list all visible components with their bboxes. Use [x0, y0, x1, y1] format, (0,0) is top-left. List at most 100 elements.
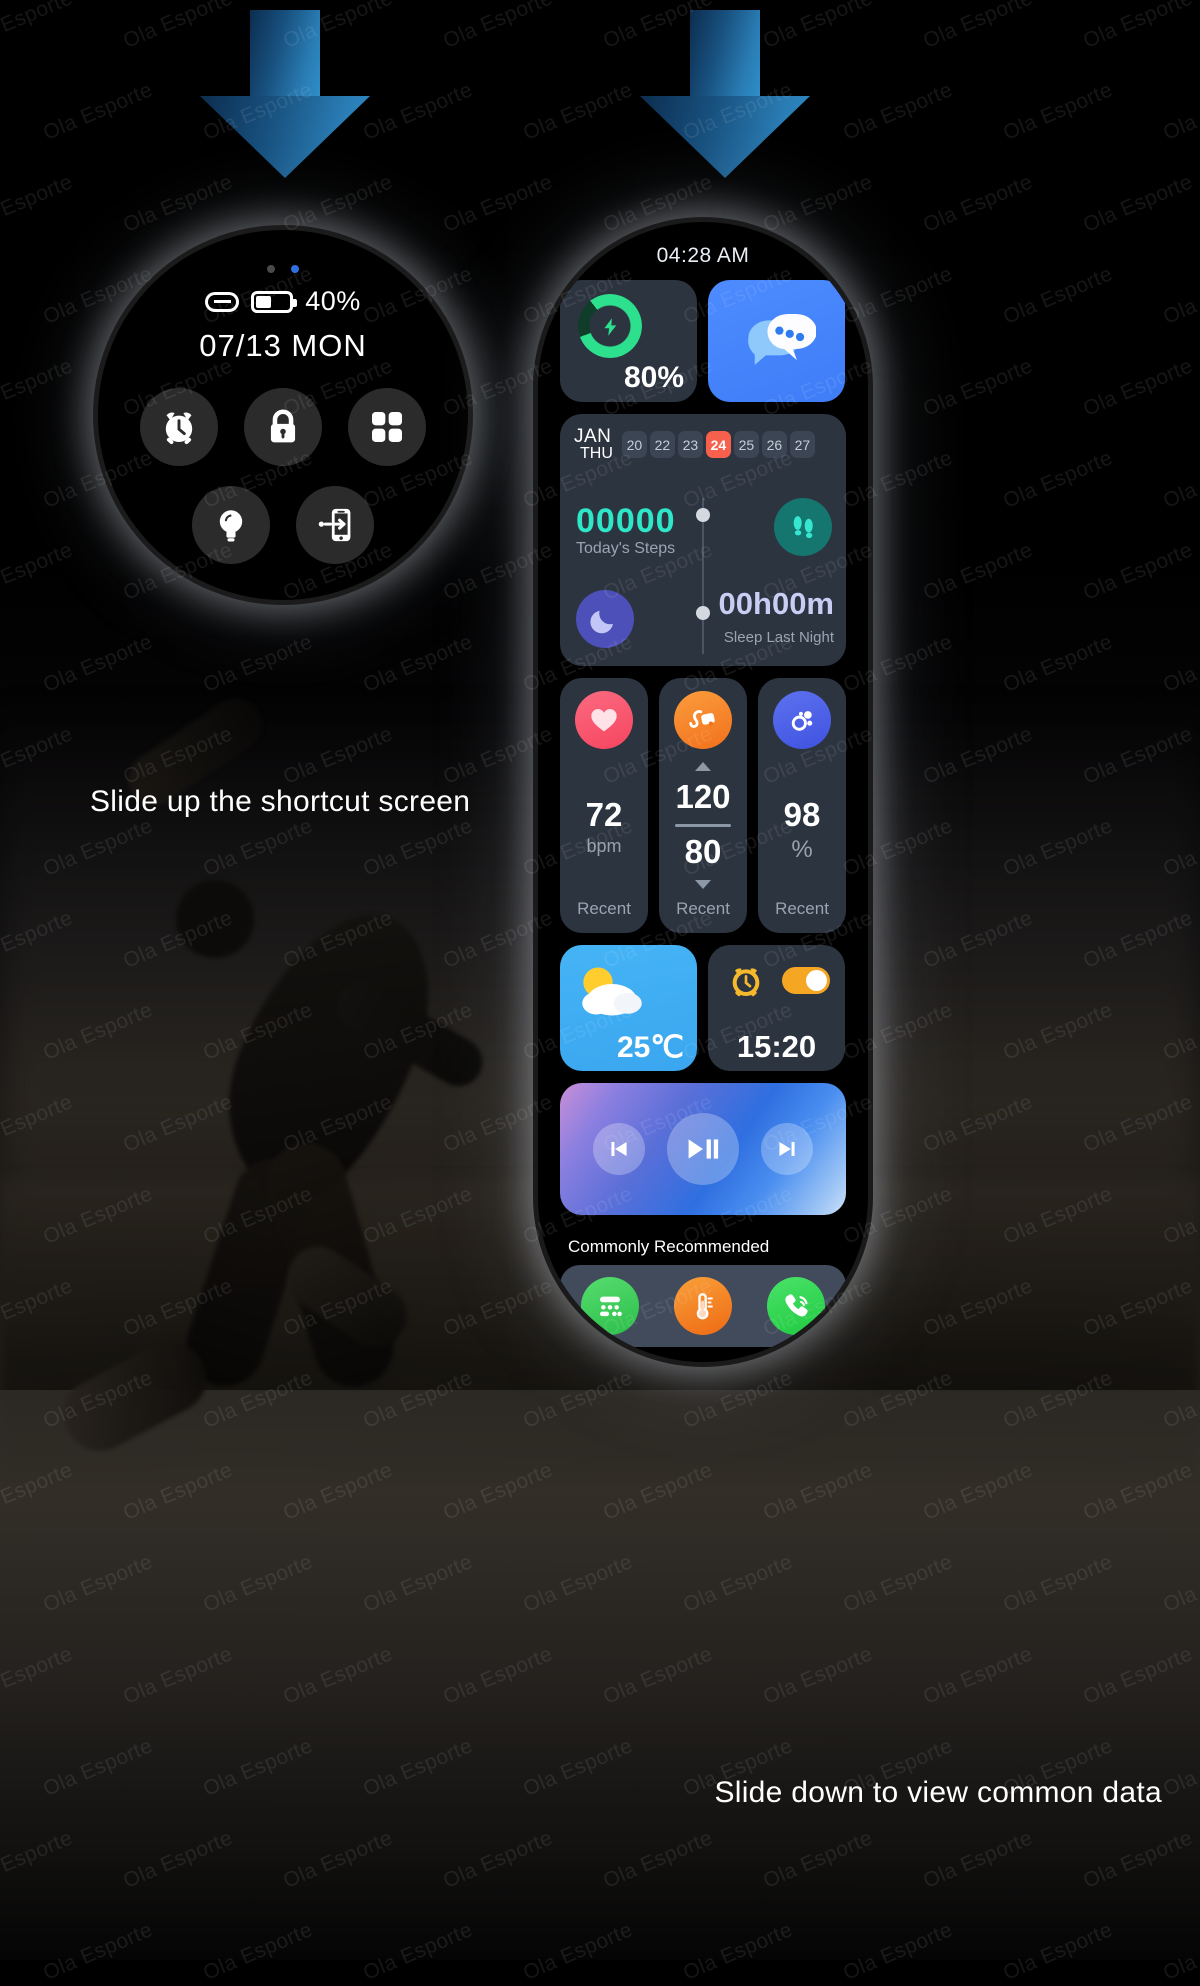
alarm-toggle[interactable]: [782, 967, 830, 994]
battery-icon: [251, 290, 298, 313]
watch-screen: 04:28 AM 80% JAN THU 20 22 23 24 25 26 2…: [538, 222, 868, 1362]
bp-up-arrow: [695, 762, 711, 771]
health-row: 72 bpm Recent 120 80 Recent 98 % Recent: [560, 678, 846, 933]
rect-watch-face[interactable]: 04:28 AM 80% JAN THU 20 22 23 24 25 26 2…: [538, 222, 868, 1362]
calendar-day[interactable]: 23: [677, 431, 703, 458]
shortcut-grid: [98, 388, 468, 584]
alarm-icon: [165, 412, 193, 445]
activity-timeline: [696, 498, 710, 654]
thermometer-app-button[interactable]: [673, 1277, 732, 1335]
footsteps-icon-wrap: [774, 498, 832, 556]
find-phone-icon: [318, 508, 351, 542]
calculator-icon: [600, 1296, 623, 1317]
bp-diastolic: 80: [684, 833, 722, 870]
weather-widget[interactable]: 25℃: [560, 945, 697, 1071]
page-dot-active[interactable]: [291, 265, 299, 273]
shortcut-alarm-button[interactable]: [140, 388, 218, 466]
heart-rate-status: Recent: [577, 899, 631, 918]
bp-down-arrow: [695, 880, 711, 889]
phone-icon: [785, 1294, 808, 1317]
spo2-status: Recent: [775, 899, 829, 918]
month-label: JAN: [574, 426, 612, 447]
steps-label: Today's Steps: [576, 540, 676, 557]
arrow-shaft: [250, 10, 320, 98]
battery-percent-value: 80%: [623, 361, 684, 394]
shortcut-lock-button[interactable]: [244, 388, 322, 466]
spo2-icon-wrap: [773, 691, 831, 749]
status-bar: 40%: [98, 286, 468, 317]
sun-cloud-icon: [582, 967, 642, 1016]
steps-value: 00000: [576, 502, 676, 540]
calendar-day[interactable]: 22: [649, 431, 675, 458]
calendar-day-selected[interactable]: 24: [705, 431, 731, 458]
alarm-clock-icon: [732, 968, 760, 997]
heart-rate-value: 72: [585, 796, 623, 833]
moon-sleep-icon: z z: [590, 609, 613, 634]
blood-pressure-widget[interactable]: 120 80 Recent: [659, 678, 747, 933]
date-display: 07/13 MON: [199, 328, 367, 363]
battery-widget[interactable]: 80%: [560, 280, 697, 402]
bp-systolic: 120: [675, 778, 731, 815]
svg-text:z: z: [607, 614, 612, 624]
shortcut-flashlight-button[interactable]: [192, 486, 270, 564]
calendar-day[interactable]: 20: [621, 431, 647, 458]
blood-pressure-cuff-icon: [689, 710, 715, 728]
moon-sleep-icon-wrap: z z: [576, 590, 634, 648]
bp-icon-wrap: [674, 691, 732, 749]
timeline-dot-sleep: [696, 606, 710, 620]
calendar-days: 20 22 23 24 25 26 27: [621, 431, 815, 458]
alarm-widget[interactable]: 15:20: [708, 945, 845, 1071]
apps-grid-icon: [372, 412, 402, 442]
calendar-day[interactable]: 25: [733, 431, 759, 458]
page-indicator: [98, 265, 468, 273]
next-track-icon: [779, 1141, 795, 1157]
play-pause-button[interactable]: [667, 1113, 739, 1185]
heart-icon: [591, 709, 617, 732]
weather-temperature: 25℃: [616, 1031, 684, 1064]
alarm-time: 15:20: [736, 1029, 817, 1064]
calculator-app-button[interactable]: [581, 1277, 640, 1335]
page-dot[interactable]: [267, 265, 275, 273]
next-track-button[interactable]: [761, 1123, 813, 1175]
link-icon: [205, 291, 240, 312]
arrow-head: [200, 96, 370, 178]
road-surface: [0, 1390, 1200, 1960]
spo2-unit: %: [791, 836, 813, 863]
play-pause-icon: [688, 1139, 719, 1159]
caption-left: Slide up the shortcut screen: [90, 785, 471, 818]
heart-rate-widget[interactable]: 72 bpm Recent: [560, 678, 648, 933]
round-watch-face[interactable]: 40% 07/13 MON: [98, 230, 468, 600]
bp-status: Recent: [676, 899, 730, 918]
lock-icon: [270, 409, 296, 443]
calendar-day[interactable]: 26: [761, 431, 787, 458]
footsteps-icon: [793, 516, 813, 539]
clock-time: 04:28 AM: [656, 244, 750, 267]
calendar-header: JAN THU 20 22 23 24 25 26 27: [574, 427, 832, 462]
top-widgets-row: 80%: [560, 280, 846, 402]
thermometer-icon: [696, 1293, 713, 1320]
arrow-down-right: [640, 10, 810, 178]
battery-percent: 40%: [305, 286, 361, 316]
calendar-day[interactable]: 27: [789, 431, 815, 458]
sleep-value: 00h00m: [718, 586, 834, 621]
previous-track-button[interactable]: [593, 1123, 645, 1175]
sleep-label: Sleep Last Night: [723, 629, 834, 646]
activity-widget[interactable]: JAN THU 20 22 23 24 25 26 27 00000 Today: [560, 414, 846, 666]
heart-icon-wrap: [575, 691, 633, 749]
music-widget[interactable]: [560, 1083, 846, 1215]
message-bubble-icon: [747, 313, 816, 365]
previous-track-icon: [611, 1141, 627, 1157]
spo2-value: 98: [783, 796, 821, 833]
recommended-section: Commonly Recommended: [560, 1227, 846, 1347]
month-weekday: JAN THU: [574, 427, 613, 462]
shortcut-row-bottom: [98, 486, 468, 564]
message-widget[interactable]: [708, 280, 845, 402]
shortcut-apps-button[interactable]: [348, 388, 426, 466]
shortcut-find-phone-button[interactable]: [296, 486, 374, 564]
phone-app-button[interactable]: [766, 1277, 825, 1335]
spo2-icon: [791, 711, 813, 731]
spo2-widget[interactable]: 98 % Recent: [758, 678, 846, 933]
arrow-head: [640, 96, 810, 178]
caption-right: Slide down to view common data: [714, 1776, 1162, 1809]
runner-head: [176, 880, 254, 958]
